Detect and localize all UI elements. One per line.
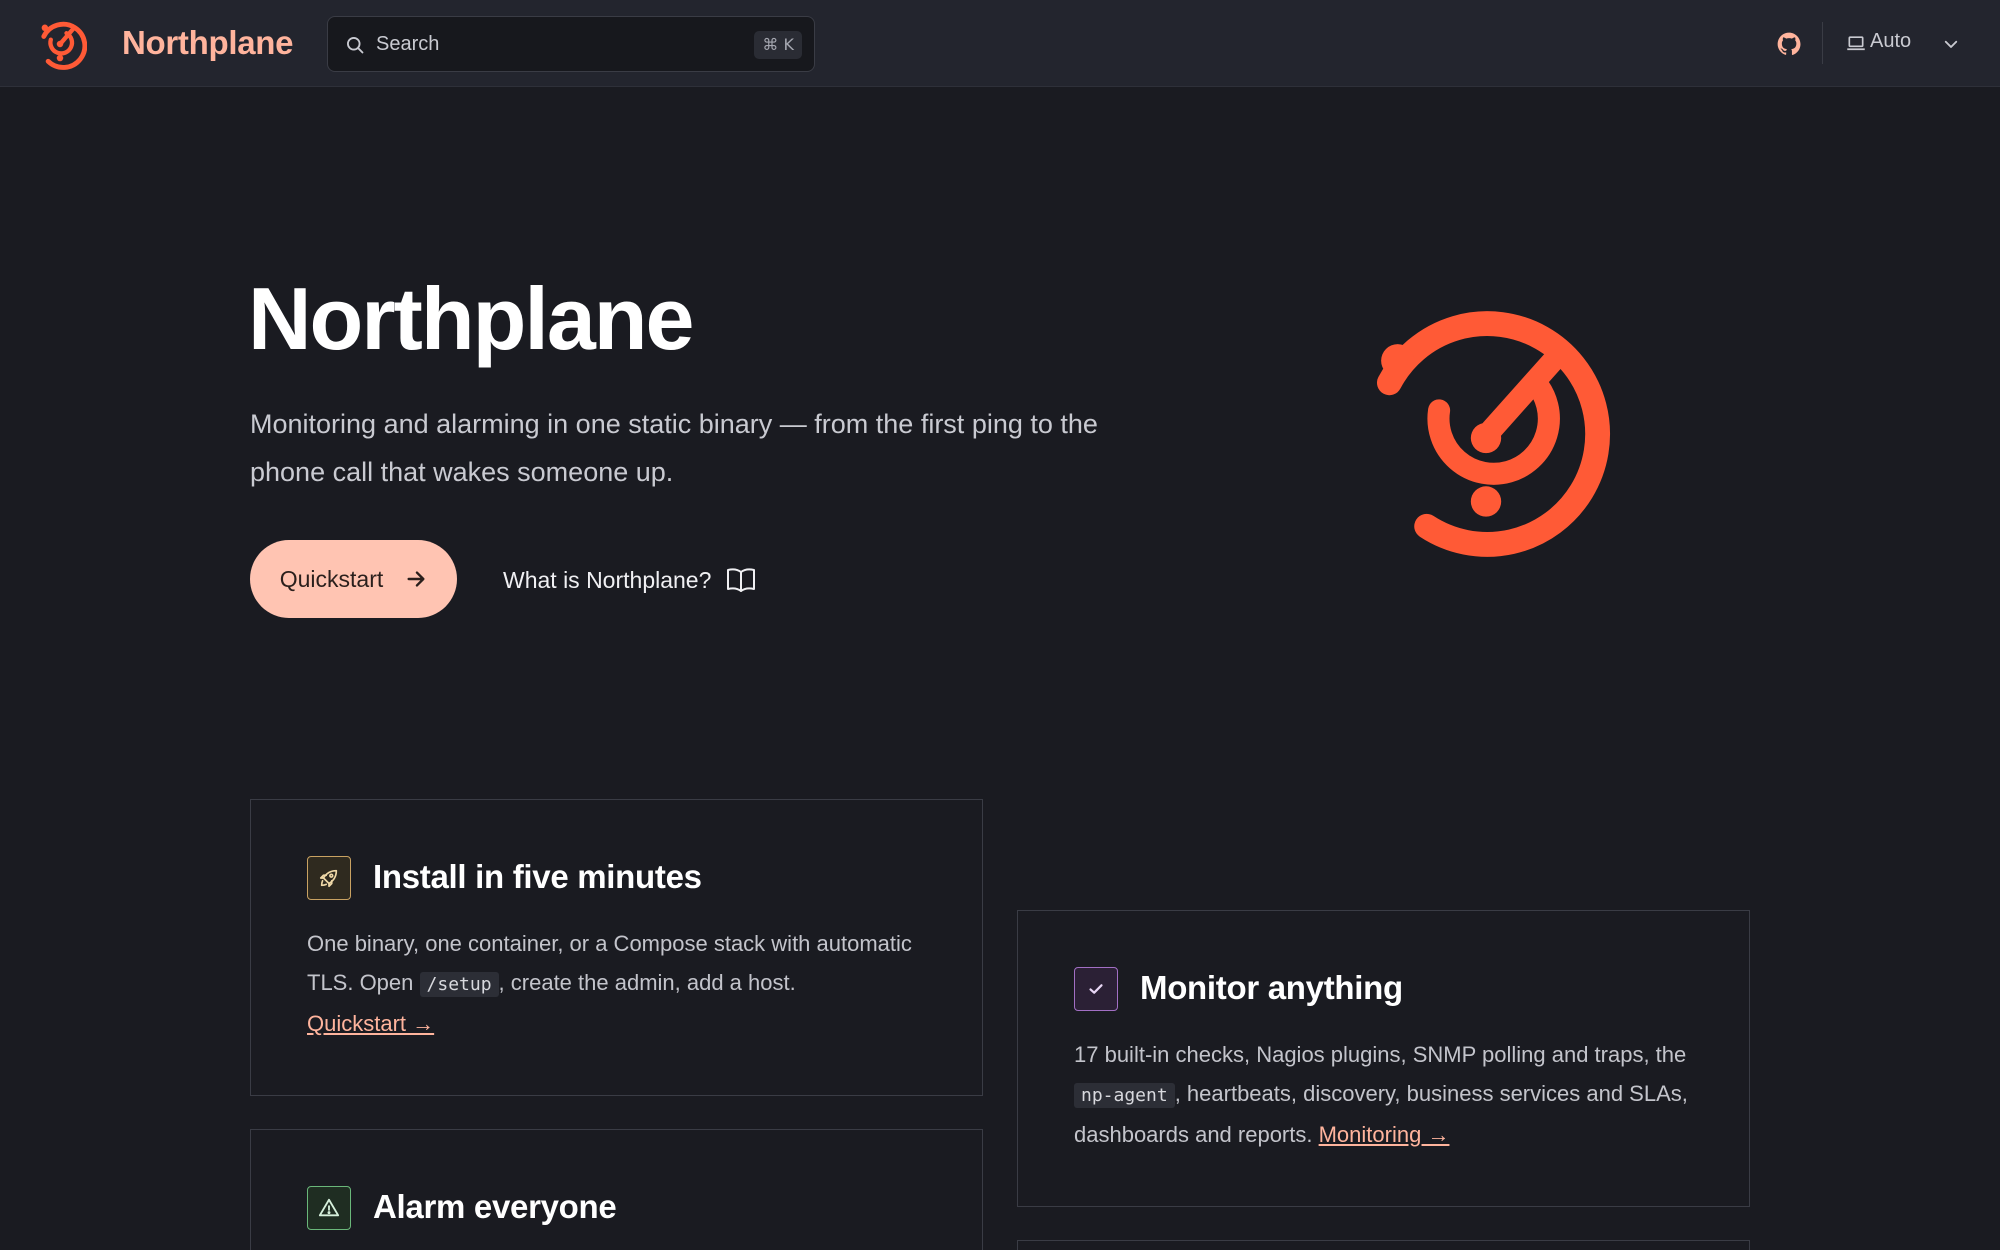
hero-radar-logo-icon — [1376, 311, 1610, 557]
feature-card-install: Install in five minutes One binary, one … — [250, 799, 983, 1096]
chevron-down-icon[interactable] — [1942, 35, 1960, 53]
check-icon-badge — [1074, 967, 1118, 1011]
search-icon — [347, 37, 364, 54]
check-icon — [1089, 984, 1103, 994]
rocket-icon — [319, 869, 338, 888]
feature-card-monitor: Monitor anything 17 built-in checks, Nag… — [1017, 910, 1750, 1207]
card-title: Monitor anything — [1140, 969, 1403, 1006]
quickstart-link[interactable]: Quickstart → — [307, 1011, 434, 1036]
search-shortcut-badge: ⌘ K — [754, 31, 802, 59]
arrow-right-icon — [407, 571, 425, 587]
card-description: 17 built-in checks, Nagios plugins, SNMP… — [1074, 1035, 1701, 1154]
card-title: Alarm everyone — [373, 1188, 617, 1225]
search-input[interactable]: Search ⌘ K — [327, 16, 815, 72]
warning-icon-badge — [307, 1186, 351, 1230]
feature-card-partial — [1017, 1240, 1750, 1250]
warning-icon — [318, 1198, 340, 1217]
what-is-northplane-label: What is Northplane? — [503, 566, 712, 593]
brand-name[interactable]: Northplane — [122, 24, 293, 62]
search-placeholder: Search — [376, 33, 440, 55]
card-description: One binary, one container, or a Compose … — [307, 924, 934, 1043]
feature-card-alarm: Alarm everyone — [250, 1129, 983, 1250]
quickstart-button[interactable]: Quickstart — [250, 540, 457, 618]
hero-title: Northplane — [248, 269, 694, 368]
rocket-icon-badge — [307, 856, 351, 900]
radar-logo-icon[interactable] — [33, 17, 87, 71]
theme-select[interactable]: Auto — [1870, 30, 1911, 53]
monitoring-link[interactable]: Monitoring → — [1319, 1122, 1450, 1147]
laptop-icon — [1847, 36, 1865, 51]
inline-code: /setup — [419, 972, 499, 997]
top-navbar: Northplane Search ⌘ K Auto — [0, 0, 2000, 87]
card-text: 17 built-in checks, Nagios plugins, SNMP… — [1074, 1042, 1687, 1067]
book-icon — [727, 568, 756, 592]
header-divider — [1822, 22, 1823, 64]
what-is-northplane-link[interactable]: What is Northplane? — [503, 560, 757, 600]
quickstart-button-label: Quickstart — [279, 565, 384, 592]
inline-code: np-agent — [1074, 1083, 1175, 1108]
hero-subtitle: Monitoring and alarming in one static bi… — [250, 409, 1098, 487]
github-icon[interactable] — [1776, 31, 1802, 57]
card-text: , create the admin, add a host. — [498, 970, 796, 995]
card-title: Install in five minutes — [373, 858, 702, 895]
